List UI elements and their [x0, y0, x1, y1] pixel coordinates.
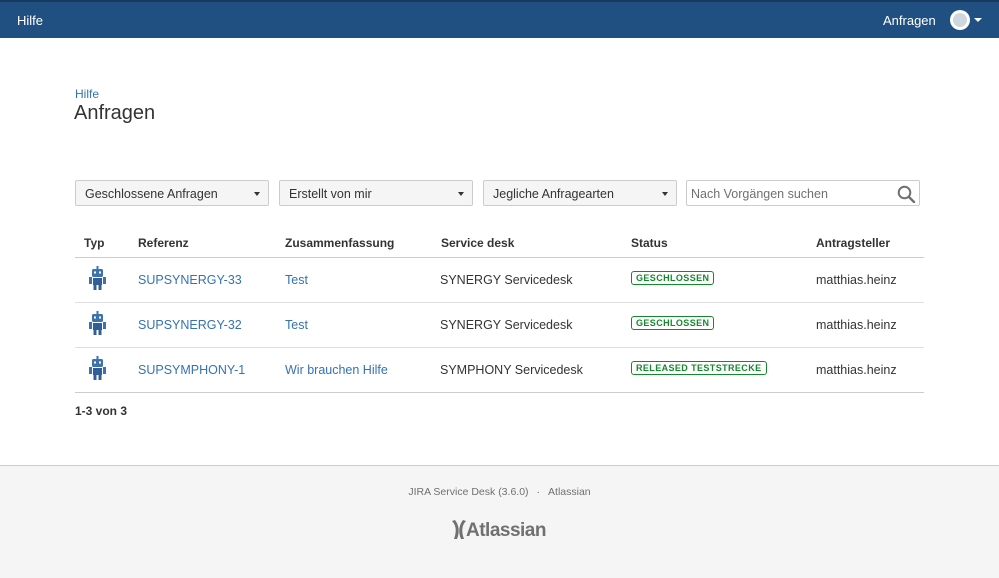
creator-filter-value: Erstellt von mir [289, 187, 372, 201]
service-desk-cell: SYNERGY Servicedesk [440, 318, 573, 332]
status-badge: GESCHLOSSEN [631, 316, 715, 330]
atlassian-link[interactable]: Atlassian [548, 486, 591, 498]
pagination-count: 1-3 von 3 [75, 404, 128, 418]
footer-links: JIRA Service Desk (3.6.0) · Atlassian [0, 486, 999, 498]
page-title: Anfragen [74, 102, 156, 124]
requester-cell: matthias.heinz [816, 318, 897, 332]
row-divider [75, 302, 924, 303]
service-desk-cell: SYMPHONY Servicedesk [440, 363, 583, 377]
robot-icon [89, 311, 106, 335]
request-type-filter-value: Jegliche Anfragearten [493, 187, 614, 201]
robot-icon [89, 266, 106, 290]
status-badge: RELEASED TESTSTRECKE [631, 361, 767, 375]
status-badge: GESCHLOSSEN [631, 271, 715, 285]
atlassian-logo-icon [452, 520, 466, 539]
service-desk-cell: SYNERGY Servicedesk [440, 273, 573, 287]
product-version-link[interactable]: JIRA Service Desk (3.6.0) [408, 486, 528, 498]
row-divider [75, 347, 924, 348]
requests-link[interactable]: Anfragen [883, 13, 936, 28]
chevron-down-icon[interactable] [974, 18, 982, 22]
footer: JIRA Service Desk (3.6.0) · Atlassian Atla… [0, 465, 999, 578]
creator-filter-select[interactable]: Erstellt von mir [279, 180, 473, 206]
top-navigation-bar: Hilfe Anfragen [0, 0, 999, 38]
chevron-down-icon [458, 192, 464, 196]
table-bottom-divider [75, 392, 924, 393]
atlassian-logo-text: Atlassian [466, 520, 546, 541]
footer-separator: · [536, 486, 541, 498]
requester-cell: matthias.heinz [816, 273, 897, 287]
summary-link[interactable]: Wir brauchen Hilfe [285, 363, 388, 377]
help-center-link[interactable]: Hilfe [17, 13, 43, 28]
column-header-status: Status [631, 236, 668, 250]
table-header-divider [75, 257, 924, 258]
chevron-down-icon [254, 192, 260, 196]
reference-link[interactable]: SUPSYNERGY-32 [138, 318, 242, 332]
search-box [686, 180, 920, 206]
request-type-filter-select[interactable]: Jegliche Anfragearten [483, 180, 677, 206]
summary-link[interactable]: Test [285, 273, 308, 287]
requester-cell: matthias.heinz [816, 363, 897, 377]
status-filter-value: Geschlossene Anfragen [85, 187, 218, 201]
search-input[interactable] [691, 185, 891, 203]
column-header-service-desk: Service desk [441, 236, 515, 250]
column-header-reference: Referenz [138, 236, 189, 250]
breadcrumb[interactable]: Hilfe [75, 87, 99, 101]
summary-link[interactable]: Test [285, 318, 308, 332]
chevron-down-icon [662, 192, 668, 196]
search-icon[interactable] [897, 185, 916, 203]
column-header-summary: Zusammenfassung [285, 236, 395, 250]
robot-icon [89, 356, 106, 380]
reference-link[interactable]: SUPSYMPHONY-1 [138, 363, 245, 377]
user-avatar-icon[interactable] [950, 10, 970, 30]
column-header-type: Typ [84, 236, 105, 250]
column-header-requester: Antragsteller [816, 236, 891, 250]
status-filter-select[interactable]: Geschlossene Anfragen [75, 180, 269, 206]
reference-link[interactable]: SUPSYNERGY-33 [138, 273, 242, 287]
